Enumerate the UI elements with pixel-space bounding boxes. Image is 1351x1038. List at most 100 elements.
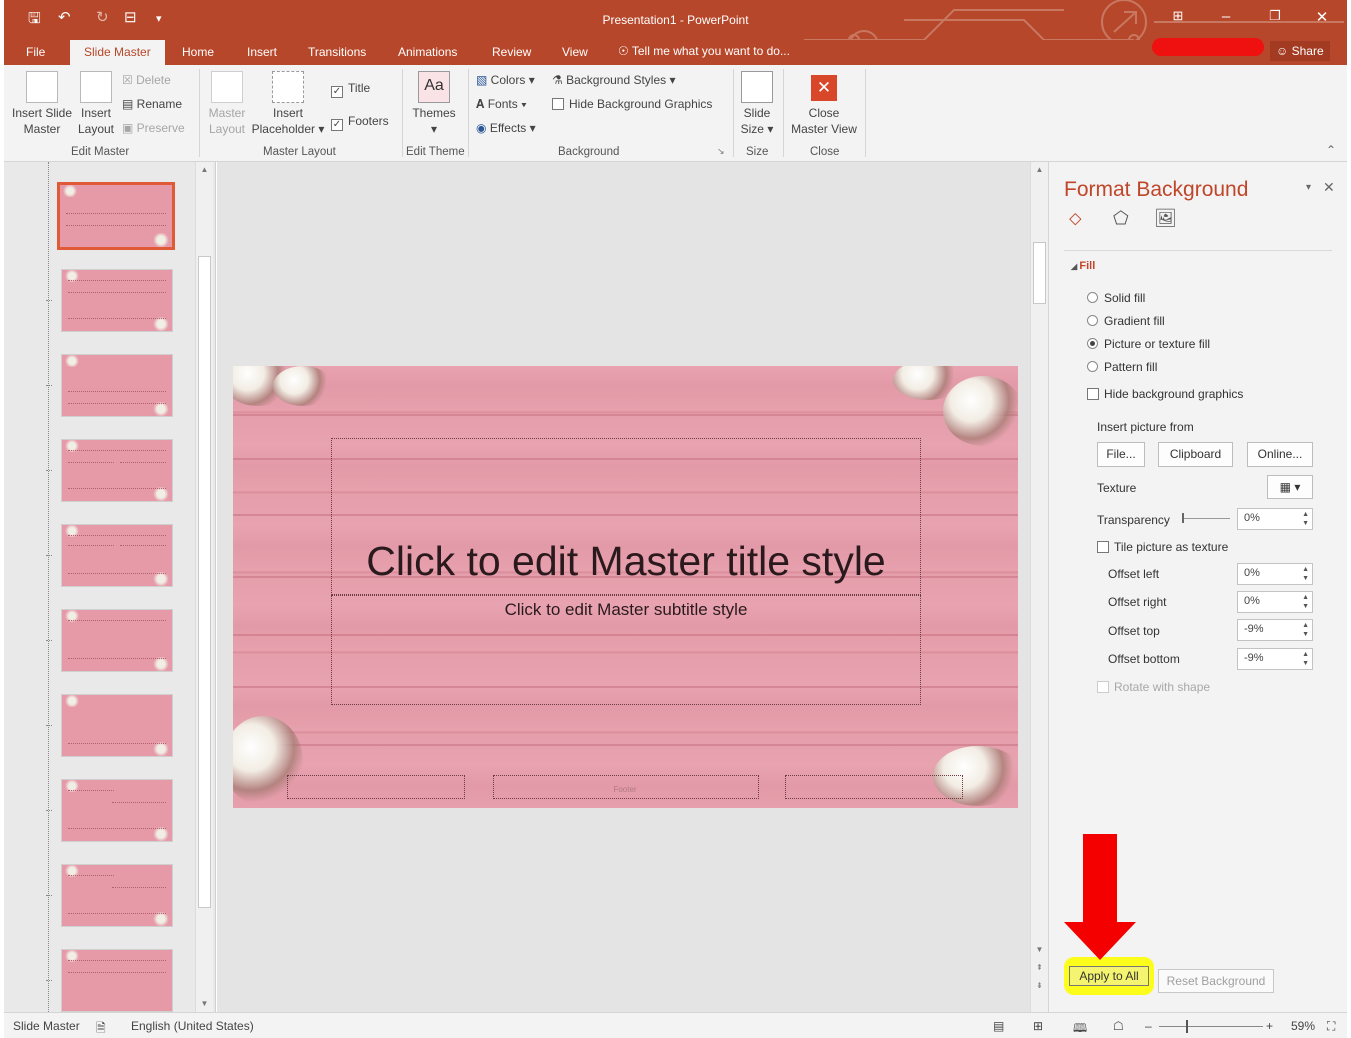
zoom-in-icon[interactable]: +	[1266, 1019, 1273, 1033]
effects-button[interactable]: ◉ Effects ▾	[476, 121, 536, 135]
reading-view-icon[interactable]: 🕮	[1073, 1019, 1087, 1038]
radio-picture-fill[interactable]: Picture or texture fill	[1087, 337, 1210, 351]
hide-background-graphics-checkbox[interactable]: Hide background graphics	[1087, 387, 1243, 401]
scrollbar-thumb[interactable]	[1033, 242, 1046, 304]
dialog-launcher-icon[interactable]: ↘	[717, 146, 725, 157]
apply-to-all-highlight: Apply to All	[1064, 957, 1154, 995]
delete-button[interactable]: ☒ Delete	[122, 73, 171, 87]
tab-review[interactable]: Review	[484, 44, 539, 65]
insert-placeholder-button[interactable]: Insert Placeholder ▾	[249, 71, 327, 137]
thumbnail-layout[interactable]	[61, 609, 173, 672]
title-checkbox[interactable]: ✓ Title	[331, 81, 370, 98]
texture-dropdown[interactable]: ▦ ▾	[1267, 475, 1313, 499]
online-button[interactable]: Online...	[1247, 442, 1313, 467]
offset-bottom-spinner[interactable]: -9% ▲ ▼	[1237, 648, 1313, 670]
thumbnail-layout[interactable]	[61, 779, 173, 842]
reset-background-button[interactable]: Reset Background	[1158, 969, 1274, 993]
themes-button[interactable]: Aa Themes ▾	[407, 71, 461, 137]
scroll-up-icon[interactable]: ▲	[196, 162, 213, 178]
date-placeholder[interactable]	[287, 775, 465, 799]
slide-size-button[interactable]: Slide Size ▾	[736, 71, 778, 137]
tile-picture-checkbox[interactable]: Tile picture as texture	[1097, 540, 1228, 554]
previous-slide-icon[interactable]: ⇞	[1031, 960, 1048, 976]
tab-animations[interactable]: Animations	[390, 44, 465, 65]
scroll-down-icon[interactable]: ▼	[1031, 942, 1048, 958]
offset-bottom-label: Offset bottom	[1108, 652, 1180, 666]
transparency-slider[interactable]	[1182, 518, 1230, 519]
insert-layout-button[interactable]: Insert Layout	[76, 71, 116, 137]
thumbnail-layout[interactable]	[61, 269, 173, 332]
close-icon[interactable]: ✕	[1307, 8, 1337, 26]
fill-section-header[interactable]: ◢ Fill	[1071, 260, 1095, 272]
insert-slide-master-button[interactable]: Insert Slide Master	[8, 71, 76, 137]
checkbox-unchecked-icon	[552, 98, 564, 110]
zoom-out-icon[interactable]: –	[1145, 1019, 1152, 1033]
tab-insert[interactable]: Insert	[239, 44, 285, 65]
picture-icon[interactable]: 🖼	[1154, 208, 1177, 229]
master-layout-button[interactable]: Master Layout	[204, 71, 250, 137]
slide-number-placeholder[interactable]	[785, 775, 963, 799]
pane-close-icon[interactable]: ✕	[1323, 179, 1335, 196]
radio-solid-fill[interactable]: Solid fill	[1087, 291, 1145, 305]
tell-me-search[interactable]: ☉ Tell me what you want to do...	[618, 44, 790, 58]
slide-master-canvas[interactable]: Click to edit Master title style Click t…	[233, 366, 1018, 808]
hide-background-graphics-checkbox[interactable]: Hide Background Graphics	[552, 97, 712, 111]
spell-check-icon[interactable]: 🗎	[96, 1019, 106, 1038]
radio-gradient-fill[interactable]: Gradient fill	[1087, 314, 1165, 328]
scroll-up-icon[interactable]: ▲	[1031, 162, 1048, 178]
tab-home[interactable]: Home	[174, 44, 222, 65]
thumbnail-scrollbar[interactable]: ▲ ▼	[195, 162, 213, 1012]
scroll-down-icon[interactable]: ▼	[196, 996, 213, 1012]
rename-button[interactable]: ▤ Rename	[122, 97, 182, 111]
clipboard-button[interactable]: Clipboard	[1158, 442, 1233, 467]
slide-master-icon	[26, 71, 58, 103]
tab-file[interactable]: File	[18, 44, 53, 65]
close-master-view-button[interactable]: ✕ Close Master View	[786, 75, 862, 137]
fill-bucket-icon[interactable]: ⬦	[1069, 208, 1082, 229]
preserve-button[interactable]: ▣ Preserve	[122, 121, 185, 135]
tab-slide-master[interactable]: Slide Master	[70, 40, 165, 65]
radio-pattern-fill[interactable]: Pattern fill	[1087, 360, 1157, 374]
restore-icon[interactable]: ❐	[1260, 8, 1290, 24]
slide-sorter-icon[interactable]: ⊞	[1033, 1019, 1043, 1033]
language-indicator[interactable]: English (United States)	[131, 1019, 254, 1033]
effects-pentagon-icon[interactable]: ⬠	[1113, 208, 1129, 229]
tab-view[interactable]: View	[554, 44, 596, 65]
zoom-level[interactable]: 59%	[1291, 1019, 1315, 1033]
editor-scrollbar[interactable]: ▲ ▼ ⇞ ⇟	[1030, 162, 1048, 1012]
fonts-button[interactable]: 𝐀 Fonts ▾	[476, 97, 527, 112]
file-button[interactable]: File...	[1097, 442, 1145, 467]
radio-icon	[1087, 361, 1098, 372]
apply-to-all-button[interactable]: Apply to All	[1069, 966, 1149, 986]
zoom-slider[interactable]	[1159, 1026, 1263, 1027]
footers-checkbox[interactable]: ✓ Footers	[331, 114, 389, 131]
collapse-ribbon-icon[interactable]: ⌃	[1326, 143, 1336, 157]
thumbnail-layout[interactable]	[61, 694, 173, 757]
thumbnail-layout[interactable]	[61, 864, 173, 927]
thumbnail-master[interactable]	[57, 182, 175, 250]
thumbnail-layout[interactable]	[61, 524, 173, 587]
share-button[interactable]: ☺ Share	[1270, 41, 1330, 61]
scrollbar-thumb[interactable]	[198, 256, 211, 908]
slideshow-icon[interactable]: ☖	[1113, 1019, 1124, 1033]
minimize-icon[interactable]: –	[1211, 8, 1241, 25]
thumbnail-layout[interactable]	[61, 949, 173, 1012]
thumbnail-layout[interactable]	[61, 354, 173, 417]
rotate-with-shape-checkbox[interactable]: Rotate with shape	[1097, 680, 1210, 694]
fit-to-window-icon[interactable]: ⛶	[1327, 1019, 1335, 1034]
pane-options-icon[interactable]: ▾	[1306, 182, 1311, 193]
transparency-slider-handle[interactable]	[1182, 513, 1184, 523]
zoom-slider-handle[interactable]	[1186, 1020, 1188, 1033]
thumbnail-layout[interactable]	[61, 439, 173, 502]
slide-editing-area: Click to edit Master title style Click t…	[217, 162, 1048, 1012]
background-styles-button[interactable]: ⚗ Background Styles ▾	[552, 73, 676, 87]
offset-top-spinner[interactable]: -9% ▲ ▼	[1237, 619, 1313, 641]
transparency-spinner[interactable]: 0% ▲ ▼	[1237, 508, 1313, 530]
next-slide-icon[interactable]: ⇟	[1031, 978, 1048, 994]
normal-view-icon[interactable]: ▤	[993, 1019, 1004, 1033]
colors-button[interactable]: ▧ Colors ▾	[476, 73, 535, 87]
ribbon-display-options-icon[interactable]: ⊞	[1163, 8, 1193, 24]
tab-transitions[interactable]: Transitions	[300, 44, 374, 65]
offset-right-spinner[interactable]: 0% ▲ ▼	[1237, 591, 1313, 613]
offset-left-spinner[interactable]: 0% ▲ ▼	[1237, 563, 1313, 585]
